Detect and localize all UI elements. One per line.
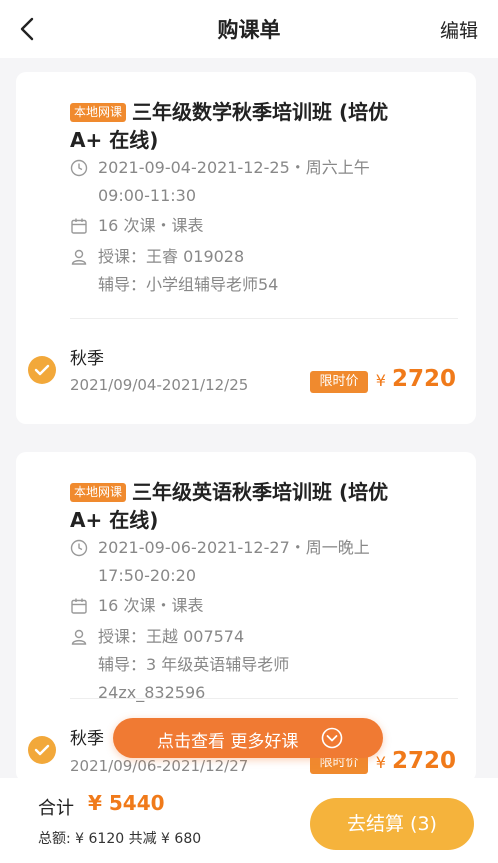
person-icon bbox=[71, 629, 87, 645]
teacher-row: 授课：王睿 019028 辅导：小学组辅导老师54 bbox=[70, 243, 430, 299]
course-tag: 本地网课 bbox=[70, 483, 127, 502]
course-tag: 本地网课 bbox=[70, 103, 127, 122]
limited-price-badge: 限时价 bbox=[310, 371, 368, 393]
term-dates: 2021/09/06-2021/12/27 bbox=[70, 757, 249, 775]
divider bbox=[70, 318, 458, 319]
select-checkbox[interactable] bbox=[28, 356, 56, 384]
select-checkbox[interactable] bbox=[28, 736, 56, 764]
total-label: 合计 bbox=[38, 798, 74, 819]
calendar-icon bbox=[71, 598, 87, 614]
clock-icon bbox=[70, 159, 88, 177]
term-name: 秋季 bbox=[70, 729, 104, 749]
course-card[interactable]: 本地网课 三年级数学秋季培训班 (培优 A+ 在线) 2021-09-04-202… bbox=[16, 72, 476, 424]
checkout-button[interactable]: 去结算 (3) bbox=[310, 798, 474, 850]
checkout-bar: 合计 ¥ 5440 总额: ¥ 6120 共减 ¥ 680 去结算 (3) bbox=[0, 778, 498, 863]
term-name: 秋季 bbox=[70, 349, 104, 369]
person-icon bbox=[71, 249, 87, 265]
teacher-row: 授课：王越 007574 辅导：3 年级英语辅导老师 24zx_832596 bbox=[70, 623, 430, 707]
lessons-row[interactable]: 16 次课・课表 bbox=[70, 592, 430, 620]
nav-bar: 购课单 编辑 bbox=[0, 0, 498, 58]
course-title: 本地网课 三年级英语秋季培训班 (培优 A+ 在线) bbox=[70, 480, 389, 532]
edit-button[interactable]: 编辑 bbox=[440, 16, 478, 43]
course-price: ¥2720 bbox=[375, 748, 456, 774]
calendar-icon bbox=[71, 218, 87, 234]
schedule-row: 2021-09-06-2021-12-27・周一晚上 17:50-20:20 bbox=[70, 534, 430, 590]
check-icon bbox=[34, 744, 50, 756]
check-icon bbox=[34, 364, 50, 376]
term-dates: 2021/09/04-2021/12/25 bbox=[70, 376, 249, 394]
course-price: ¥2720 bbox=[375, 366, 456, 392]
lessons-row[interactable]: 16 次课・课表 bbox=[70, 212, 430, 240]
more-courses-button[interactable]: 点击查看 更多好课 bbox=[113, 718, 383, 758]
more-courses-label: 点击查看 更多好课 bbox=[157, 732, 299, 752]
schedule-row: 2021-09-04-2021-12-25・周六上午 09:00-11:30 bbox=[70, 154, 430, 210]
chevron-down-circle-icon bbox=[321, 727, 343, 749]
total-amount: ¥ 5440 bbox=[88, 791, 165, 815]
clock-icon bbox=[70, 539, 88, 557]
course-title: 本地网课 三年级数学秋季培训班 (培优 A+ 在线) bbox=[70, 100, 389, 152]
price-breakdown: 总额: ¥ 6120 共减 ¥ 680 bbox=[38, 831, 202, 847]
divider bbox=[70, 698, 458, 699]
page-title: 购课单 bbox=[217, 18, 281, 42]
